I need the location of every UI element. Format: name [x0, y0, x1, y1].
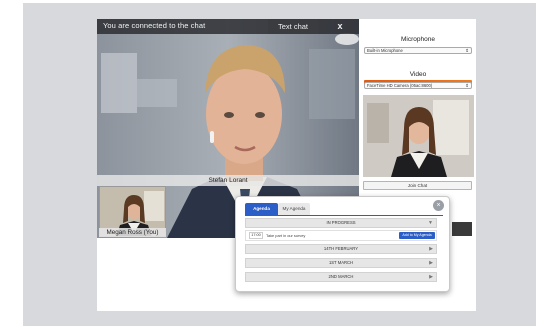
- tab-my-agenda[interactable]: My Agenda: [278, 203, 310, 215]
- section-label: 2ND MARCH: [328, 274, 354, 279]
- video-heading: Video: [409, 71, 427, 78]
- agenda-section-2nd-march[interactable]: 2ND MARCH ▶: [245, 272, 437, 282]
- camera-select[interactable]: FaceTime HD Camera (05ac:8600) ⇕: [364, 82, 472, 89]
- section-label: 14TH FEBRUARY: [323, 246, 359, 251]
- connection-status: You are connected to the chat: [103, 21, 206, 30]
- tab-agenda[interactable]: Agenda: [245, 203, 278, 215]
- chat-top-bar: You are connected to the chat Text chat …: [97, 19, 359, 34]
- add-to-my-agenda-button[interactable]: Add to My Agenda: [399, 232, 435, 239]
- join-chat-button[interactable]: Join Chat: [363, 181, 472, 190]
- section-label: IN PROGRESS: [326, 220, 356, 225]
- panel-dark-strip: [452, 222, 472, 236]
- camera-select-value: FaceTime HD Camera (05ac:8600): [367, 83, 433, 88]
- agenda-item-time: 17:00: [249, 232, 263, 239]
- agenda-item-title: Take part in our survey: [266, 233, 306, 238]
- chevron-right-icon: ▶: [429, 274, 433, 280]
- agenda-section-in-progress[interactable]: IN PROGRESS ▼: [245, 218, 437, 228]
- select-arrows-icon: ⇕: [465, 48, 469, 53]
- tab-divider: [245, 215, 443, 216]
- section-label: 1ST MARCH: [328, 260, 354, 265]
- self-participant-name: Megan Ross (You): [99, 228, 166, 237]
- agenda-item: 17:00 Take part in our survey Add to My …: [245, 230, 437, 241]
- text-chat-button[interactable]: Text chat: [268, 19, 318, 34]
- microphone-select[interactable]: Built-in Microphone ⇕: [364, 47, 472, 54]
- chevron-down-icon: ▼: [428, 220, 433, 226]
- close-icon[interactable]: ×: [433, 200, 444, 211]
- agenda-popup: Agenda My Agenda × IN PROGRESS ▼ 17:00 T…: [235, 196, 450, 292]
- microphone-select-value: Built-in Microphone: [367, 48, 403, 53]
- select-arrows-icon: ⇕: [465, 83, 469, 88]
- microphone-heading: Microphone: [401, 36, 435, 43]
- close-chat-button[interactable]: x: [333, 19, 347, 34]
- chevron-right-icon: ▶: [429, 246, 433, 252]
- chevron-right-icon: ▶: [429, 260, 433, 266]
- main-participant-name: Stefan Lorant: [97, 175, 359, 186]
- camera-preview: [363, 95, 474, 177]
- agenda-section-1st-march[interactable]: 1ST MARCH ▶: [245, 258, 437, 268]
- agenda-section-14th-february[interactable]: 14TH FEBRUARY ▶: [245, 244, 437, 254]
